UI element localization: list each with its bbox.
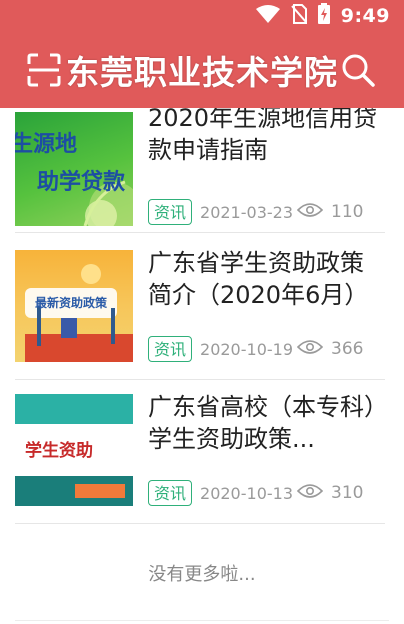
- news-item[interactable]: 最新资助政策 广东省学生资助政策简介（2020年6月） 资讯 2020-10-1…: [15, 235, 385, 380]
- category-tag: 资讯: [148, 480, 193, 506]
- news-title: 广东省高校（本专科）学生资助政策...: [148, 393, 376, 453]
- view-count: 110: [331, 202, 364, 222]
- wifi-icon: [255, 4, 281, 28]
- no-more-text: 没有更多啦...: [148, 564, 256, 585]
- news-title: 广东省学生资助政策简介（2020年6月）: [148, 249, 369, 309]
- news-meta: 资讯 2021-03-23 110: [148, 198, 385, 226]
- thumb-caption: 生源地: [15, 132, 78, 157]
- news-meta: 资讯 2020-10-13 310: [148, 479, 385, 507]
- news-item[interactable]: 学生资助 广东省高校（本专科）学生资助政策... 资讯 2020-10-13 3…: [15, 379, 385, 524]
- no-sim-icon: [290, 4, 307, 28]
- divider: [15, 620, 389, 621]
- thumb-caption: 最新资助政策: [35, 296, 108, 310]
- thumb-caption: 助学贷款: [37, 170, 126, 195]
- category-tag: 资讯: [148, 336, 193, 362]
- news-meta: 资讯 2020-10-19 366: [148, 335, 385, 363]
- eye-icon: [296, 339, 324, 359]
- search-button[interactable]: [340, 52, 376, 88]
- eye-icon: [296, 202, 324, 222]
- title-bar: 东莞职业技术学院: [0, 40, 404, 104]
- news-date: 2020-10-13: [200, 483, 293, 503]
- search-icon: [340, 54, 376, 92]
- news-thumbnail: 最新资助政策: [15, 250, 133, 362]
- view-count: 366: [331, 339, 364, 359]
- thumb-caption: 学生资助: [25, 441, 93, 461]
- view-count: 310: [331, 483, 364, 503]
- news-date: 2021-03-23: [200, 202, 293, 222]
- battery-charging-icon: [317, 3, 331, 29]
- category-tag: 资讯: [148, 199, 193, 225]
- app-header: 9:49 东莞职业技术学院: [0, 0, 404, 108]
- status-bar: 9:49: [255, 3, 390, 29]
- eye-icon: [296, 483, 324, 503]
- news-thumbnail: 生源地 助学贷款: [15, 112, 133, 226]
- news-thumbnail: 学生资助: [15, 394, 133, 506]
- news-date: 2020-10-19: [200, 339, 293, 359]
- status-time: 9:49: [340, 5, 390, 27]
- news-title: 2020年生源地信用贷款申请指南: [148, 104, 378, 164]
